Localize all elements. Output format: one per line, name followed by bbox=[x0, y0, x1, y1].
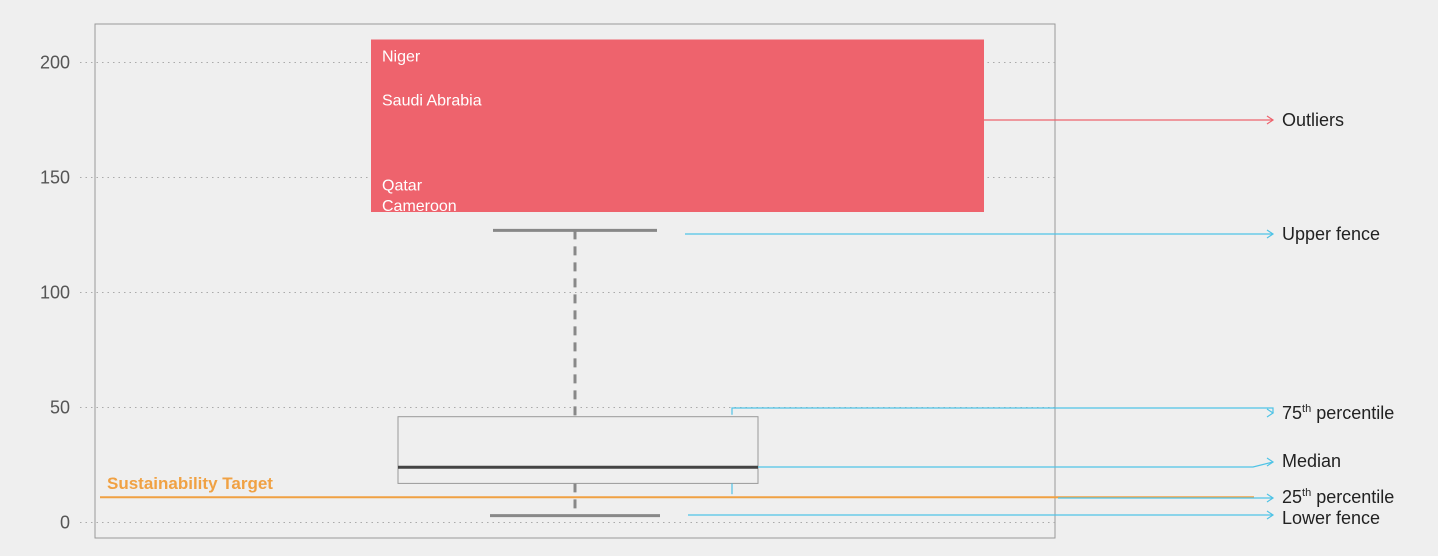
lower-fence-annotation: Lower fence bbox=[1282, 508, 1380, 528]
outlier-label: Niger bbox=[382, 49, 421, 66]
outlier-label: Cameroon bbox=[382, 198, 457, 215]
outlier-band bbox=[371, 39, 984, 212]
box-plot-chart: 0 50 100 150 200 Niger Saudi Abrabia Qatar Came… bbox=[0, 0, 1438, 556]
y-tick-label: 0 bbox=[60, 513, 70, 533]
outlier-label: Qatar bbox=[382, 177, 423, 194]
y-tick-label: 100 bbox=[40, 283, 70, 303]
upper-fence-annotation: Upper fence bbox=[1282, 224, 1380, 244]
outlier-label: Saudi Abrabia bbox=[382, 92, 482, 109]
median-annotation: Median bbox=[1282, 451, 1341, 471]
p75-annotation: 75th percentile bbox=[1282, 403, 1394, 423]
y-tick-label: 200 bbox=[40, 53, 70, 73]
outliers-annotation: Outliers bbox=[1282, 110, 1344, 130]
y-tick-label: 50 bbox=[50, 398, 70, 418]
sustainability-target-label: Sustainability Target bbox=[107, 474, 273, 493]
p25-annotation: 25th percentile bbox=[1282, 487, 1394, 507]
iqr-box bbox=[397, 416, 759, 484]
outlier-band-group: Niger Saudi Abrabia Qatar Cameroon bbox=[371, 39, 984, 215]
y-tick-label: 150 bbox=[40, 168, 70, 188]
